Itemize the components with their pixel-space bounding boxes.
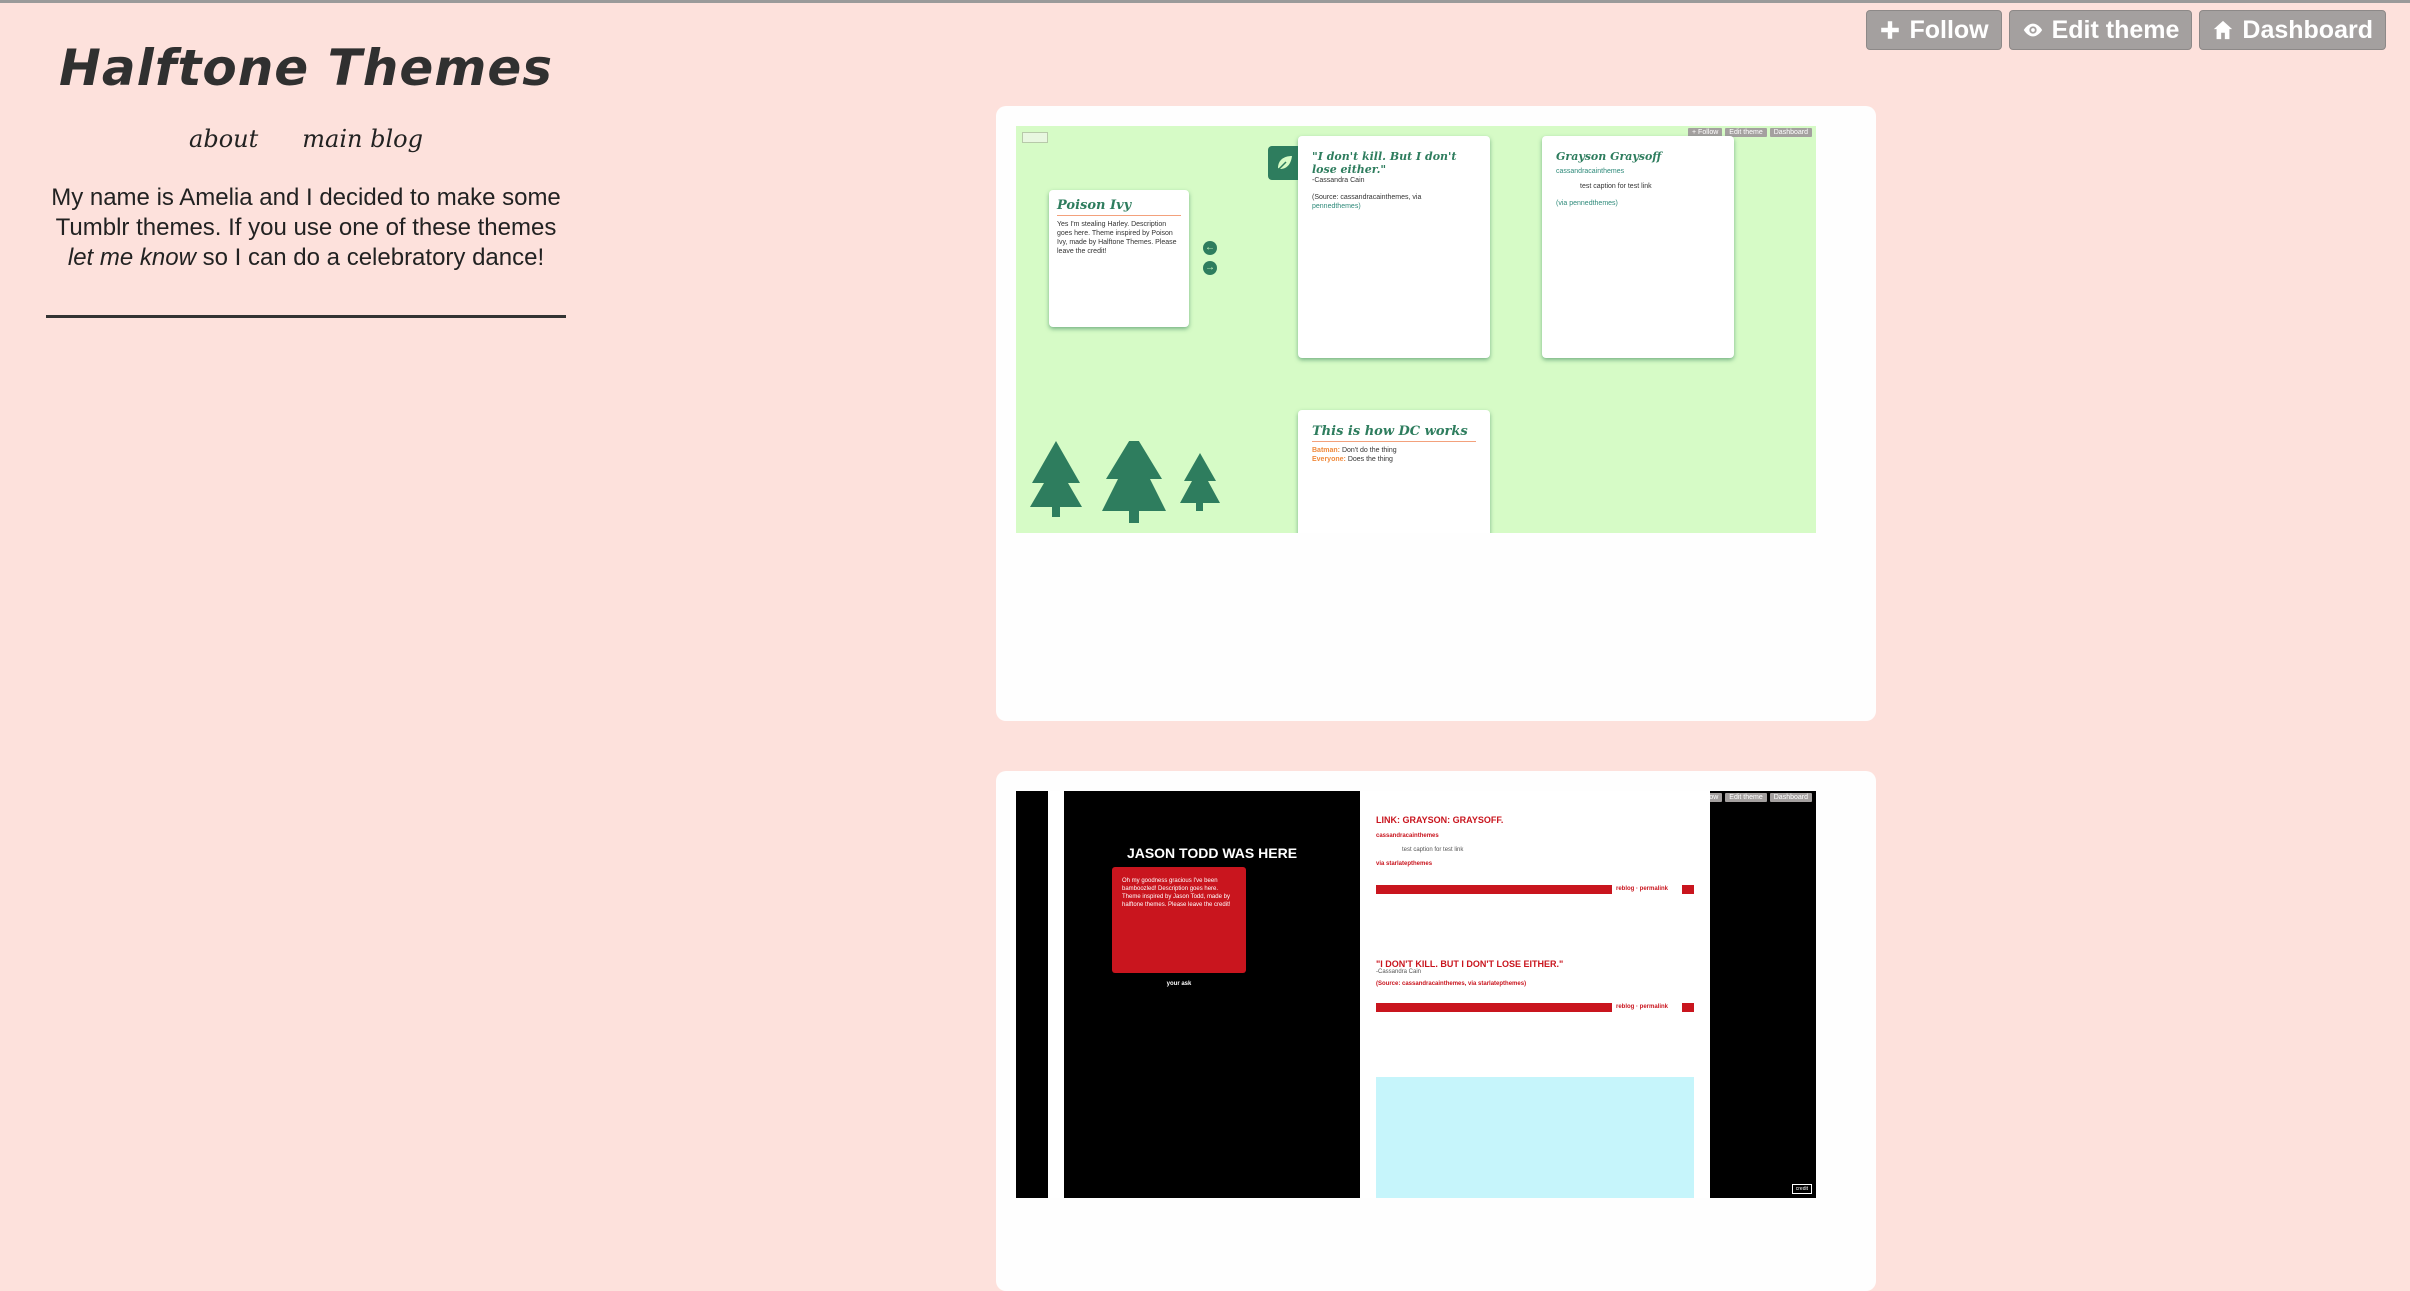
- quote-via: pennedthemes): [1312, 203, 1361, 210]
- eye-icon: [2023, 23, 2042, 37]
- bio-line1: My name is Amelia and I decided to make …: [51, 184, 561, 241]
- chat-post-title: This is how DC works: [1312, 424, 1476, 442]
- bio-line2: so I can do a celebratory dance!: [202, 244, 545, 271]
- mini-dashboard: Dashboard: [1769, 128, 1812, 137]
- link-post-caption: test caption for test link: [1402, 847, 1464, 853]
- arrow-right-icon: →: [1203, 261, 1217, 275]
- nav-main-blog-link[interactable]: main blog: [302, 125, 423, 153]
- dashboard-label: Dashboard: [2242, 15, 2373, 44]
- sidebar-divider: [46, 315, 566, 318]
- link-post-title: LINK: GRAYSON: GRAYSOFF.: [1376, 815, 1504, 825]
- credit-badge: credit: [1791, 1184, 1812, 1194]
- theme-preview-image[interactable]: + Follow Edit theme Dashboard Poison Ivy…: [1016, 126, 1816, 533]
- link-post-title: Grayson Graysoff: [1556, 150, 1662, 163]
- nav-about-link[interactable]: about: [189, 125, 258, 153]
- leaf-icon: [1268, 146, 1302, 180]
- mini-edit-theme: Edit theme: [1725, 793, 1767, 802]
- pagination-arrows: ← →: [1203, 241, 1217, 281]
- quote-post: "I DON'T KILL. BUT I DON'T LOSE EITHER."…: [1376, 959, 1694, 987]
- description-card-title: Poison Ivy: [1057, 198, 1181, 216]
- theme-preview-image[interactable]: + Follow Edit theme Dashboard JASON TODD…: [1016, 791, 1816, 1198]
- post-card: + Follow Edit theme Dashboard JASON TODD…: [996, 771, 1876, 1291]
- theme-main-column: LINK: GRAYSON: GRAYSOFF. cassandracainth…: [1360, 791, 1710, 1198]
- arrow-left-icon: ←: [1203, 241, 1217, 255]
- mini-badge: [1022, 132, 1048, 143]
- quote-post-author: -Cassandra Cain: [1376, 969, 1422, 975]
- mini-dashboard: Dashboard: [1769, 793, 1812, 802]
- link-post-via: via starlatepthemes: [1376, 861, 1433, 867]
- dashboard-button[interactable]: Dashboard: [2199, 10, 2386, 50]
- description-card: Poison Ivy Yes I'm stealing Harley. Desc…: [1049, 190, 1189, 327]
- chat-line-1: Batman: Don't do the thing: [1312, 447, 1397, 454]
- sidebar-nav: about main blog: [46, 125, 566, 153]
- chat-post-card: This is how DC works Batman: Don't do th…: [1298, 410, 1490, 533]
- link-post-source: cassandracainthemes: [1376, 833, 1439, 839]
- tumblr-controls: Follow Edit theme Dashboard: [1866, 10, 2386, 50]
- quote-author: -Cassandra Cain: [1312, 177, 1365, 184]
- quote-source: (Source: cassandracainthemes, via: [1312, 194, 1422, 201]
- bio-text: My name is Amelia and I decided to make …: [46, 183, 566, 273]
- theme-sidebar-title: JASON TODD WAS HERE: [1126, 845, 1298, 861]
- link-post-card: Grayson Graysoff cassandracainthemes tes…: [1542, 136, 1734, 358]
- edit-theme-button[interactable]: Edit theme: [2008, 10, 2193, 50]
- quote-title: "I don't kill. But I don't lose either.": [1312, 150, 1457, 176]
- post-footer-meta: reblog · permalink: [1616, 886, 1669, 892]
- link-post: LINK: GRAYSON: GRAYSOFF. cassandracainth…: [1376, 815, 1694, 867]
- post-footer-square: [1682, 1003, 1694, 1012]
- ask-link: your ask: [1166, 981, 1192, 987]
- link-post-caption: test caption for test link: [1580, 183, 1652, 190]
- bio-emphasis: let me know: [67, 244, 196, 271]
- edit-theme-label: Edit theme: [2051, 15, 2180, 44]
- post-footer-square: [1682, 885, 1694, 894]
- chat-line-2: Everyone: Does the thing: [1312, 456, 1393, 463]
- theme-description-box: Oh my goodness gracious I've been bamboo…: [1112, 867, 1246, 973]
- quote-post-source: (Source: cassandracainthemes, via starla…: [1376, 981, 1527, 987]
- blog-title[interactable]: Halftone Themes: [46, 39, 566, 97]
- quote-post-card: "I don't kill. But I don't lose either."…: [1298, 136, 1490, 358]
- quote-post-title: "I DON'T KILL. BUT I DON'T LOSE EITHER.": [1376, 959, 1564, 969]
- post-footer-bar: [1376, 885, 1612, 894]
- plus-icon: [1881, 21, 1900, 39]
- description-card-text: Yes I'm stealing Harley. Description goe…: [1057, 221, 1177, 255]
- link-post-via: (via pennedthemes): [1556, 200, 1618, 207]
- white-stripe: [1048, 791, 1064, 1198]
- home-icon: [2214, 20, 2233, 40]
- post-footer-bar: [1376, 1003, 1612, 1012]
- photo-placeholder: [1376, 1077, 1694, 1198]
- post-footer-meta: reblog · permalink: [1616, 1004, 1669, 1010]
- follow-button[interactable]: Follow: [1866, 10, 2002, 50]
- link-post-link: cassandracainthemes: [1556, 168, 1625, 175]
- sidebar: Halftone Themes about main blog My name …: [46, 3, 566, 318]
- post-card: + Follow Edit theme Dashboard Poison Ivy…: [996, 106, 1876, 721]
- follow-label: Follow: [1909, 15, 1989, 44]
- trees-illustration: [1030, 441, 1220, 523]
